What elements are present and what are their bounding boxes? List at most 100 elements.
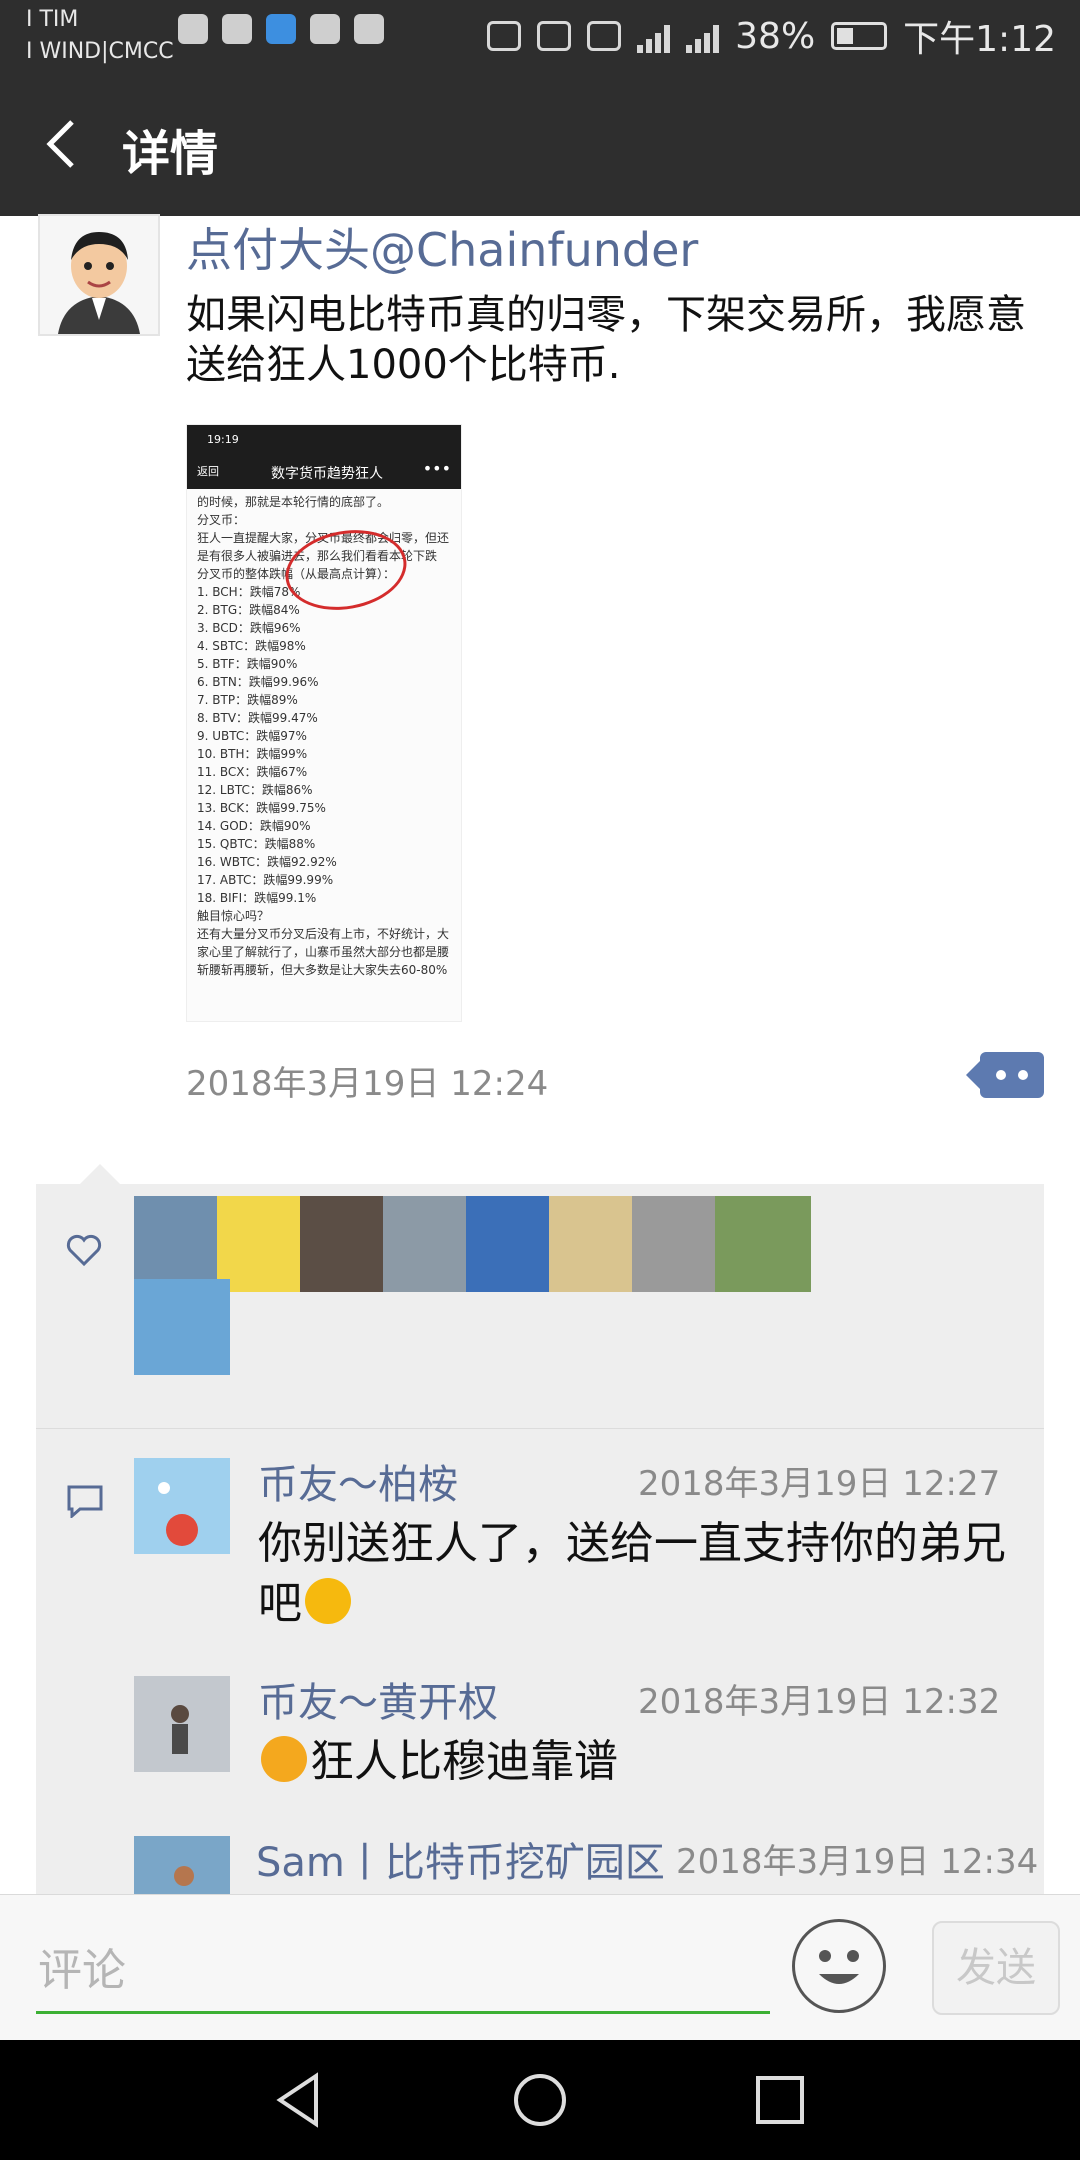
smiley-icon [819,1950,859,1984]
image-article-line: 斩腰斩再腰斩，但大多数是让大家失去60-80% [197,963,448,977]
like-avatar-4[interactable] [383,1196,479,1292]
signal-roaming-icon [686,19,720,53]
emoji-button[interactable] [792,1919,886,2013]
like-avatar-3[interactable] [300,1196,396,1292]
image-article-line: 10. BTH：跌幅99% [197,747,308,761]
like-avatar-6[interactable] [549,1196,645,1292]
image-article-line: 3. BCD：跌幅96% [197,621,301,635]
signal-icon [637,19,671,53]
like-avatar-1[interactable] [134,1196,230,1292]
system-back-button[interactable] [266,2066,334,2134]
post-timestamp: 2018年3月19日 12:24 [186,1064,549,1104]
like-avatar-2[interactable] [217,1196,313,1292]
system-recents-button[interactable] [746,2066,814,2134]
play-store-icon [354,14,384,44]
image-article-line: 6. BTN：跌幅99.96% [197,675,319,689]
commenter-avatar[interactable] [134,1458,230,1554]
like-avatar-8[interactable] [715,1196,811,1292]
likes-comments-panel: 币友～柏桉 2018年3月19日 12:27 你别送狂人了，送给一直支持你的弟兄… [36,1164,1044,1894]
image-article-line: 分叉币： [197,513,246,527]
status-indicators: 38% 下午1:12 [487,10,1056,62]
post-image[interactable]: 19:19 返回 数字货币趋势狂人 ••• 的时候，那就是本轮行情的底部了。 分叉… [186,424,462,1022]
circle-home-icon [514,2074,566,2126]
dot-icon [996,1070,1006,1080]
triangle-back-icon [276,2072,318,2128]
comment-timestamp: 2018年3月19日 12:27 [638,1464,1001,1504]
carrier-line-1: I TIM [26,7,79,32]
likes-section [36,1184,1044,1429]
image-article-line: 18. BIFI：跌幅99.1% [197,891,317,905]
image-app-header: 19:19 返回 数字货币趋势狂人 ••• [187,425,461,489]
commenter-avatar[interactable] [134,1836,230,1894]
heart-icon [66,1234,102,1267]
message-icon [310,14,340,44]
image-article-line: 12. LBTC：跌幅86% [197,783,313,797]
author-avatar[interactable] [38,214,160,336]
wifi-icon [587,21,622,51]
image-article-line: 家心里了解就行了，山寨币虽然大部分也都是腰 [197,945,450,959]
person-photo-icon [134,1676,230,1772]
clock: 下午1:12 [903,19,1056,60]
dot-icon [1018,1070,1028,1080]
comment-input[interactable] [36,1929,770,2014]
comment-text: 狂人比穆迪靠谱 [258,1732,1018,1792]
grinning-emoji-icon [261,1736,307,1782]
page-title: 详情 [122,126,219,182]
comment-timestamp: 2018年3月19日 12:34 [676,1842,1038,1882]
comment-text-content: 狂人比穆迪靠谱 [310,1736,618,1787]
square-recents-icon [756,2076,804,2124]
beach-photo-icon [134,1836,230,1894]
battery-icon [831,22,888,50]
image-article-line: 11. BCX：跌幅67% [197,765,308,779]
like-avatar-9[interactable] [134,1279,230,1375]
commenter-name[interactable]: Sam丨比特币挖矿园区 [256,1830,665,1888]
image-article-line: 的时候，那就是本轮行情的底部了。 [197,495,390,509]
eye-icon [537,21,572,51]
image-article-line: 9. UBTC：跌幅97% [197,729,307,743]
notification-icons [178,14,384,44]
system-navigation-bar [0,2040,1080,2160]
more-actions-button[interactable] [966,1052,1044,1098]
image-title: 数字货币趋势狂人 [271,466,383,482]
post-text: 如果闪电比特币真的归零，下架交易所，我愿意送给狂人1000个比特币. [186,292,1026,388]
commenter-name[interactable]: 币友～黄开权 [258,1670,498,1728]
comment-input-bar: 发送 [0,1894,1080,2041]
app-notification-icon [266,14,296,44]
back-button[interactable] [28,108,100,180]
image-article-line: 13. BCK：跌幅99.75% [197,801,326,815]
wechat-icon [222,14,252,44]
commenter-name[interactable]: 币友～柏桉 [258,1452,458,1510]
image-article-line: 14. GOD：跌幅90% [197,819,311,833]
image-article-line: 触目惊心吗？ [197,909,270,923]
image-back-label: 返回 [197,465,219,478]
image-phone-time: 19:19 [207,433,239,446]
header-bar: 详情 [0,72,1080,216]
image-more-label: ••• [422,459,451,478]
battery-percent: 38% [735,15,816,57]
image-article-line: 还有大量分叉币分叉后没有上市，不好统计，大 [197,927,450,941]
comment-icon [67,1485,103,1518]
status-bar: I TIM I WIND|CMCC 38% 下午1:12 [0,0,1080,72]
back-arrow-icon [46,120,74,168]
commenter-avatar[interactable] [134,1676,230,1772]
send-button[interactable]: 发送 [932,1921,1060,2015]
image-article-line: 4. SBTC：跌幅98% [197,639,306,653]
image-article-line: 16. WBTC：跌幅92.92% [197,855,337,869]
like-avatar-7[interactable] [632,1196,728,1292]
system-home-button[interactable] [506,2066,574,2134]
thinking-emoji-icon [305,1578,351,1624]
vibrate-icon [487,21,522,51]
image-article-line: 5. BTF：跌幅90% [197,657,298,671]
carrier-info: I TIM I WIND|CMCC [26,4,174,68]
comment-timestamp: 2018年3月19日 12:32 [638,1682,1001,1722]
author-name[interactable]: 点付大头@Chainfunder [186,214,698,280]
image-article-line: 8. BTV：跌幅99.47% [197,711,318,725]
image-article-line: 15. QBTC：跌幅88% [197,837,316,851]
image-article-line: 17. ABTC：跌幅99.99% [197,873,334,887]
facebook-icon [178,14,208,44]
comment-text: 你别送狂人了，送给一直支持你的弟兄吧 [258,1514,1018,1634]
comment-text-content: 你别送狂人了，送给一直支持你的弟兄吧 [258,1518,1006,1629]
like-avatar-5[interactable] [466,1196,562,1292]
carrier-line-2: I WIND|CMCC [26,39,174,64]
cartoon-avatar-icon [40,216,158,334]
